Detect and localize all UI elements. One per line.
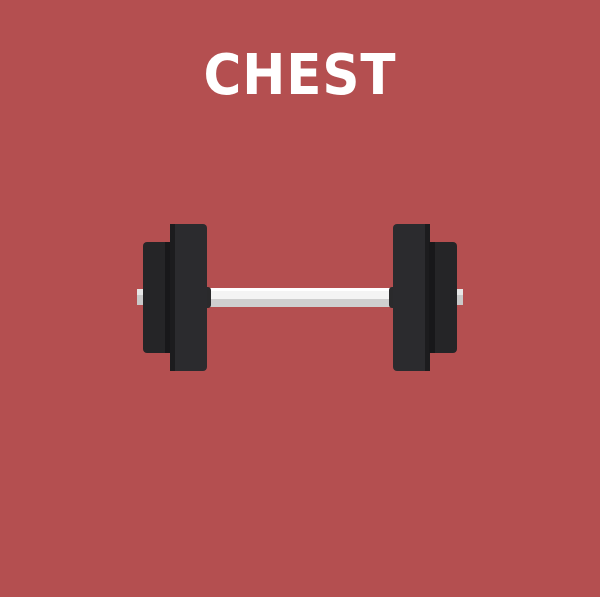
dumbbell-icon <box>137 224 463 371</box>
chest-category-card[interactable]: CHEST <box>0 0 600 597</box>
